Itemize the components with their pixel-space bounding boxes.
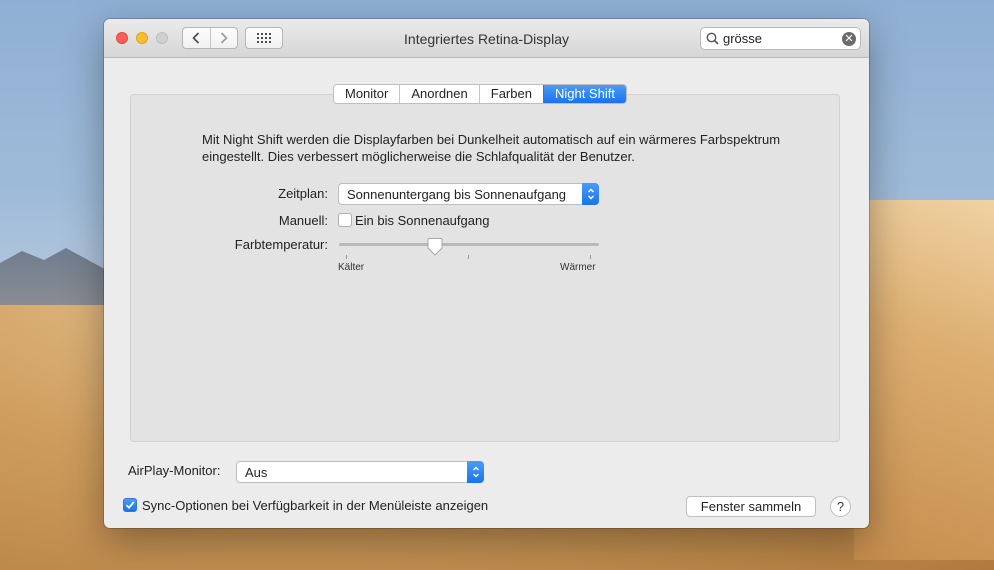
gather-windows-button[interactable]: Fenster sammeln — [686, 496, 816, 517]
airplay-label: AirPlay-Monitor: — [128, 463, 221, 478]
temperature-slider-thumb[interactable] — [427, 238, 443, 256]
system-preferences-window: Integriertes Retina-Display ✕ Monitor An… — [104, 19, 869, 528]
manual-label: Manuell: — [278, 213, 328, 228]
temperature-max-label: Wärmer — [560, 262, 596, 273]
search-field[interactable]: ✕ — [700, 27, 861, 50]
checkmark-icon — [125, 501, 135, 510]
search-icon — [706, 32, 719, 45]
help-button[interactable]: ? — [830, 496, 851, 517]
temperature-min-label: Kälter — [338, 262, 365, 273]
popup-arrows-icon — [582, 183, 599, 205]
manual-checkbox-label: Ein bis Sonnenaufgang — [355, 213, 490, 228]
slider-tick — [468, 255, 469, 259]
search-input[interactable] — [723, 30, 833, 47]
night-shift-description: Mit Night Shift werden die Displayfarben… — [202, 132, 781, 164]
tab-farben[interactable]: Farben — [478, 85, 543, 103]
tab-monitor[interactable]: Monitor — [334, 85, 400, 103]
titlebar: Integriertes Retina-Display ✕ — [104, 19, 869, 58]
schedule-label: Zeitplan: — [278, 186, 328, 201]
tab-night-shift[interactable]: Night Shift — [542, 85, 626, 103]
slider-tick — [590, 255, 591, 259]
desktop-wallpaper-mountain — [0, 248, 110, 305]
clear-search-icon[interactable]: ✕ — [842, 32, 856, 46]
schedule-popup[interactable]: Sonnenuntergang bis Sonnenaufgang — [338, 183, 599, 205]
tab-bar: Monitor Anordnen Farben Night Shift — [333, 84, 627, 104]
temperature-slider-track[interactable] — [339, 243, 599, 246]
slider-tick — [346, 255, 347, 259]
temperature-label: Farbtemperatur: — [234, 237, 328, 252]
sync-checkbox[interactable] — [123, 498, 137, 512]
airplay-popup[interactable]: Aus — [236, 461, 484, 483]
tab-anordnen[interactable]: Anordnen — [399, 85, 479, 103]
schedule-value: Sonnenuntergang bis Sonnenaufgang — [347, 187, 567, 202]
popup-arrows-icon — [467, 461, 484, 483]
desktop-wallpaper-dune — [854, 200, 994, 560]
airplay-value: Aus — [245, 465, 268, 480]
manual-checkbox[interactable] — [338, 213, 352, 227]
sync-label: Sync-Optionen bei Verfügbarkeit in der M… — [142, 498, 489, 513]
